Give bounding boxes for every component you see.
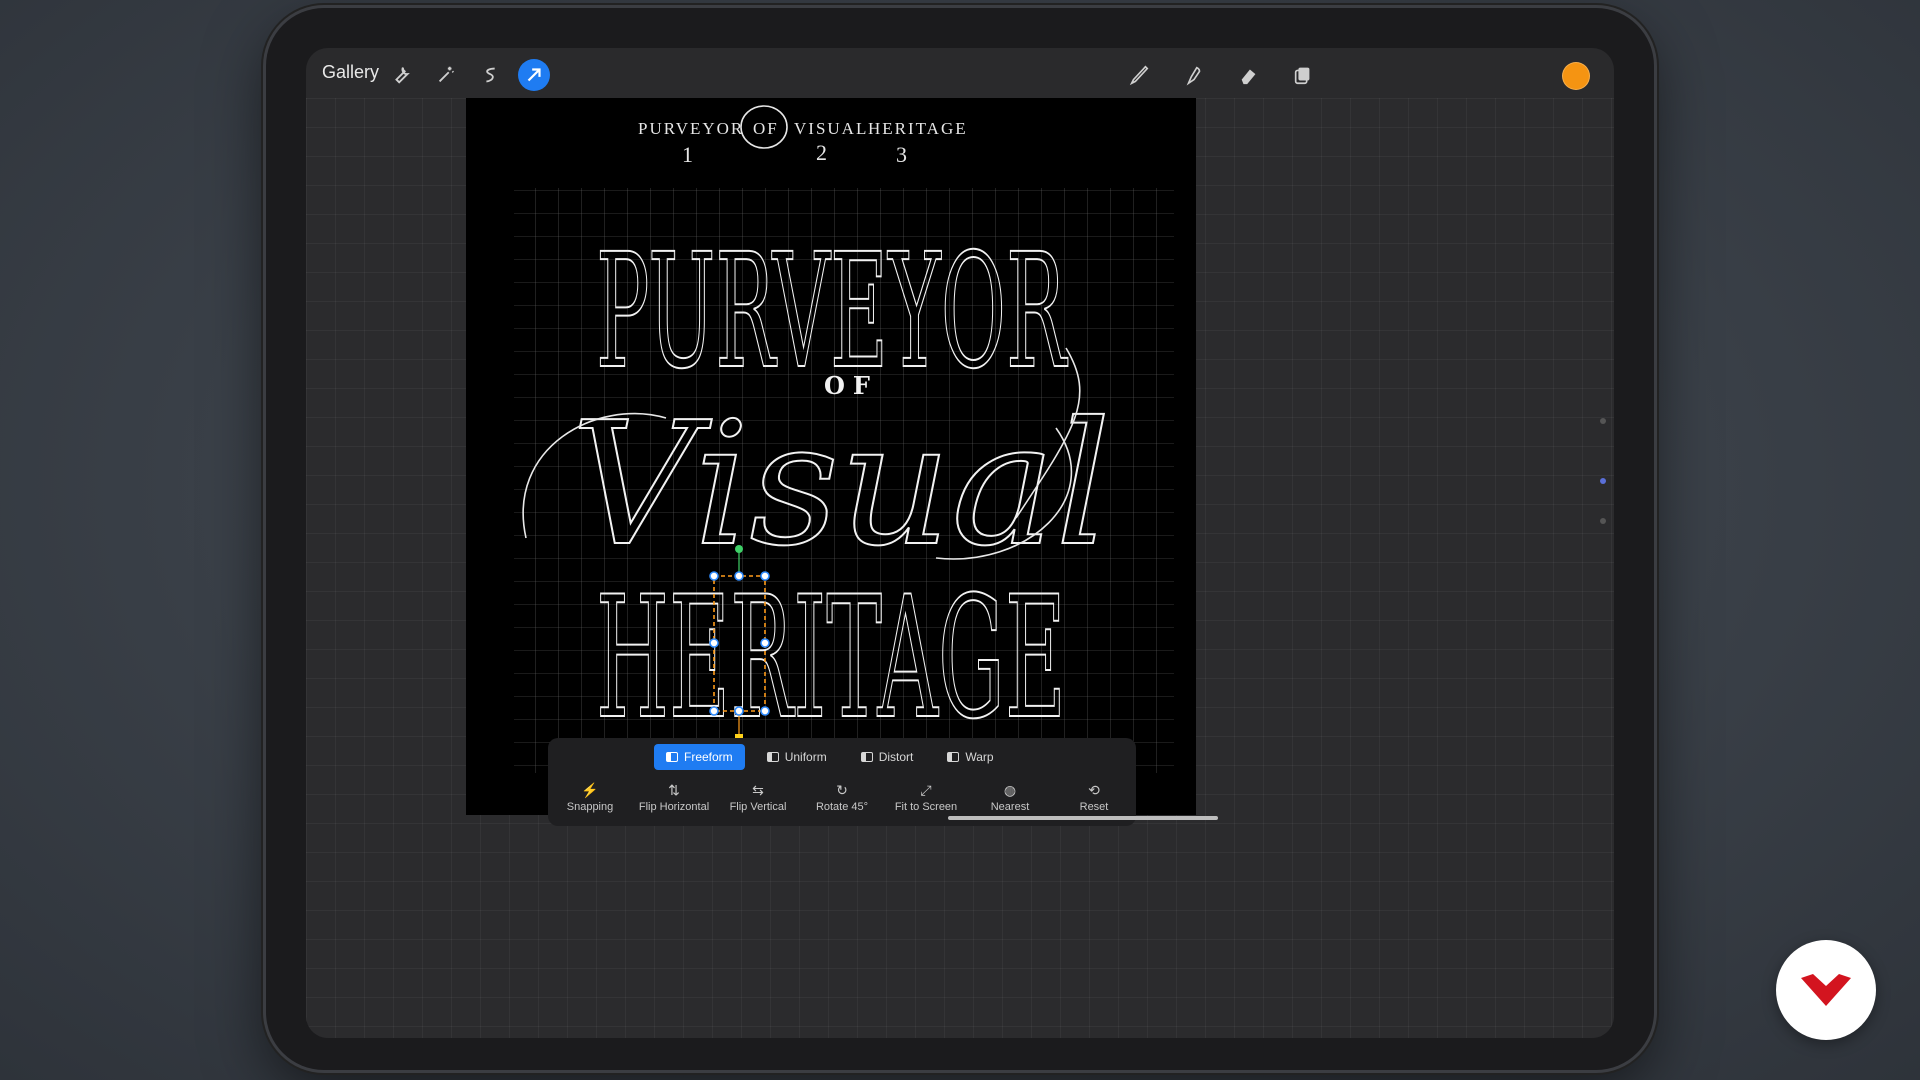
sketch-word-1: PURVEYOR bbox=[638, 119, 744, 138]
sketch-number-1: 1 bbox=[682, 142, 695, 167]
mode-warp[interactable]: Warp bbox=[935, 744, 1005, 770]
action-label: Snapping bbox=[566, 801, 614, 813]
nearest-button[interactable]: ◍ Nearest bbox=[968, 782, 1052, 813]
reset-icon: ⟲ bbox=[1088, 782, 1100, 798]
top-toolbar: Gallery bbox=[306, 48, 1614, 104]
action-label: Reset bbox=[1079, 801, 1109, 813]
sidebar-slider-dot[interactable] bbox=[1600, 518, 1606, 524]
warp-icon bbox=[947, 752, 960, 762]
mode-freeform[interactable]: Freeform bbox=[654, 744, 745, 770]
sketch-word-4: HERITAGE bbox=[868, 119, 968, 138]
procreate-screen: Gallery PURVEYOR OF VISUAL HERITAGE 1 2 … bbox=[306, 48, 1614, 1038]
mode-label: Freeform bbox=[684, 750, 733, 764]
wrench-icon[interactable] bbox=[384, 58, 418, 92]
resize-handle[interactable] bbox=[734, 571, 744, 581]
nearest-icon: ◍ bbox=[1003, 782, 1017, 798]
action-label: Rotate 45° bbox=[815, 801, 869, 813]
transform-arrow-icon[interactable] bbox=[518, 59, 550, 91]
sketch-number-2: 2 bbox=[816, 140, 829, 165]
sketch-word-3: VISUAL bbox=[794, 119, 868, 138]
uniform-icon bbox=[766, 752, 779, 762]
snapping-icon: ⚡ bbox=[581, 782, 599, 798]
sidebar-slider-dot[interactable] bbox=[1600, 478, 1606, 484]
flip-vertical-button[interactable]: ⇆ Flip Vertical bbox=[716, 782, 800, 813]
sidebar-slider-dot[interactable] bbox=[1600, 418, 1606, 424]
resize-handle[interactable] bbox=[760, 638, 770, 648]
smudge-icon[interactable] bbox=[1177, 58, 1211, 92]
lettering-heritage: HERITAGE bbox=[596, 560, 1066, 756]
resize-handle[interactable] bbox=[760, 571, 770, 581]
mode-distort[interactable]: Distort bbox=[849, 744, 926, 770]
snapping-button[interactable]: ⚡ Snapping bbox=[548, 782, 632, 813]
rotation-handle[interactable] bbox=[735, 545, 743, 553]
color-picker-swatch[interactable] bbox=[1562, 62, 1590, 90]
fit-to-screen-button[interactable]: ⤢ Fit to Screen bbox=[884, 782, 968, 813]
resize-handle[interactable] bbox=[709, 706, 719, 716]
mode-label: Warp bbox=[965, 750, 994, 764]
sketch-number-3: 3 bbox=[896, 142, 909, 167]
resize-handle[interactable] bbox=[709, 638, 719, 648]
action-label: Flip Horizontal bbox=[638, 801, 710, 813]
brand-badge bbox=[1776, 940, 1876, 1040]
eraser-icon[interactable] bbox=[1232, 58, 1266, 92]
sketch-header: PURVEYOR OF VISUAL HERITAGE 1 2 3 bbox=[638, 119, 968, 167]
gallery-button[interactable]: Gallery bbox=[322, 62, 379, 83]
canvas-artwork[interactable]: PURVEYOR OF VISUAL HERITAGE 1 2 3 PURVEY… bbox=[466, 98, 1196, 815]
distort-icon bbox=[860, 752, 873, 762]
transform-panel: Freeform Uniform Distort Warp ⚡ Snapping… bbox=[548, 738, 1218, 826]
action-label: Flip Vertical bbox=[729, 801, 787, 813]
magic-wand-icon[interactable] bbox=[429, 58, 463, 92]
resize-handle[interactable] bbox=[709, 571, 719, 581]
resize-handle[interactable] bbox=[734, 706, 744, 716]
layers-icon[interactable] bbox=[1286, 58, 1320, 92]
fit-screen-icon: ⤢ bbox=[920, 782, 932, 798]
action-label: Nearest bbox=[990, 801, 1030, 813]
freeform-icon bbox=[666, 752, 678, 762]
flip-horizontal-button[interactable]: ⇅ Flip Horizontal bbox=[632, 782, 716, 813]
home-indicator bbox=[948, 816, 1218, 820]
transform-actions: ⚡ Snapping ⇅ Flip Horizontal ⇆ Flip Vert… bbox=[548, 782, 1136, 813]
brush-icon[interactable] bbox=[1122, 58, 1156, 92]
mode-label: Distort bbox=[878, 750, 914, 764]
transform-mode-tabs: Freeform Uniform Distort Warp bbox=[654, 744, 1016, 772]
flip-vertical-icon: ⇆ bbox=[752, 782, 764, 798]
rotate-icon: ↻ bbox=[836, 782, 848, 798]
mode-label: Uniform bbox=[784, 750, 827, 764]
action-label: Fit to Screen bbox=[894, 801, 958, 813]
brand-logo-icon bbox=[1801, 974, 1851, 1006]
ipad-device: Gallery PURVEYOR OF VISUAL HERITAGE 1 2 … bbox=[266, 8, 1654, 1070]
reset-button[interactable]: ⟲ Reset bbox=[1052, 782, 1136, 813]
sketch-word-2: OF bbox=[753, 119, 779, 138]
selection-icon[interactable] bbox=[474, 58, 508, 92]
flip-horizontal-icon: ⇅ bbox=[668, 782, 680, 798]
rotate-45-button[interactable]: ↻ Rotate 45° bbox=[800, 782, 884, 813]
mode-uniform[interactable]: Uniform bbox=[755, 744, 839, 770]
resize-handle[interactable] bbox=[760, 706, 770, 716]
